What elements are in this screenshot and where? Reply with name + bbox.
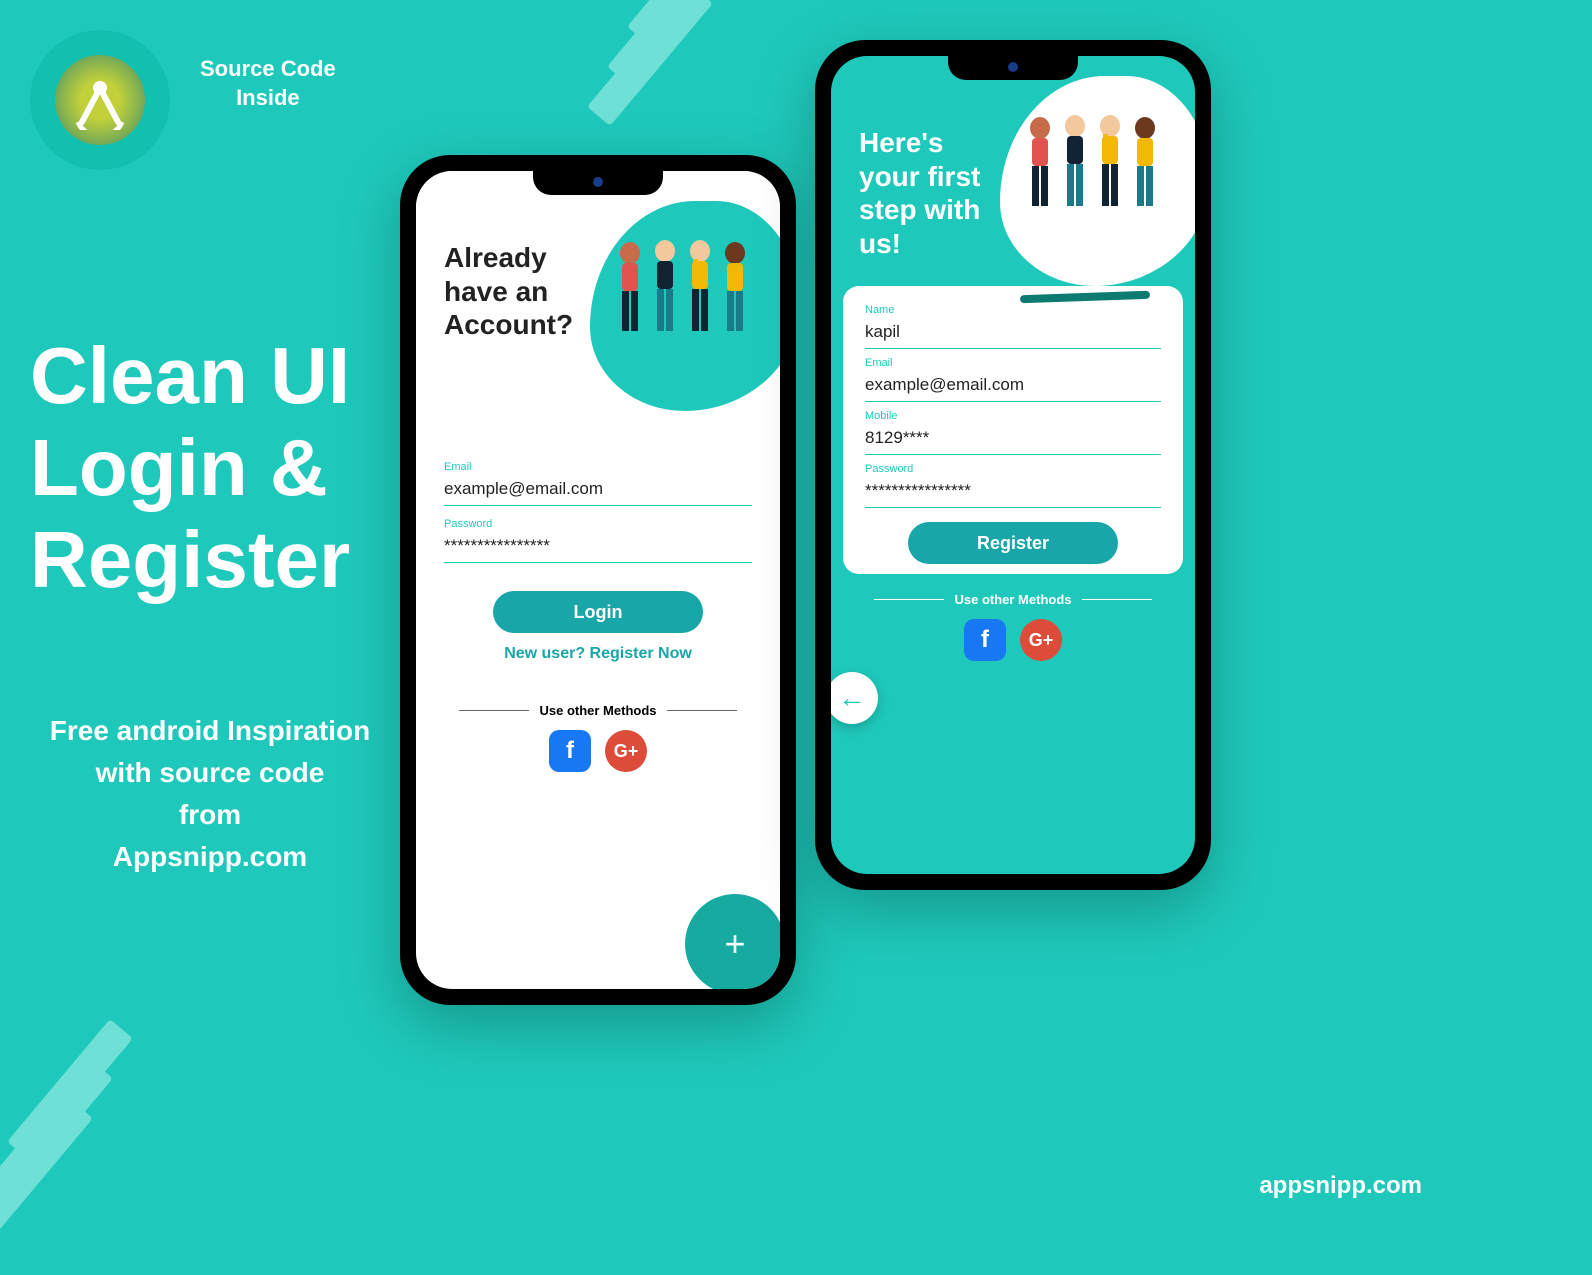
subtitle: Free android Inspiration with source cod… [35, 710, 385, 878]
login-fab-plus[interactable]: + [685, 894, 780, 989]
register-button[interactable]: Register [908, 522, 1118, 564]
register-email-input[interactable] [865, 371, 1161, 402]
register-other-methods-label: Use other Methods [954, 592, 1071, 607]
source-code-label: Source Code Inside [200, 55, 336, 112]
facebook-icon: f [981, 626, 989, 654]
register-hero: Here's your first step with us! [831, 56, 1195, 286]
register-email-label: Email [865, 357, 1161, 369]
register-facebook-button[interactable]: f [964, 619, 1006, 661]
register-now-link[interactable]: New user? Register Now [444, 645, 752, 663]
phone-notch [533, 171, 663, 195]
login-phone-frame: Already have an Account? [400, 155, 796, 1005]
login-hero: Already have an Account? [416, 171, 780, 441]
plus-icon: + [724, 923, 745, 965]
footer-brand: appsnipp.com [1259, 1172, 1422, 1200]
android-studio-badge [30, 30, 170, 170]
back-arrow-icon: ← [838, 682, 866, 714]
register-back-button[interactable]: ← [831, 672, 878, 724]
register-mobile-input[interactable] [865, 424, 1161, 455]
phone-notch [948, 56, 1078, 80]
register-other-methods: Use other Methods f G+ [831, 592, 1195, 661]
login-facebook-button[interactable]: f [549, 730, 591, 772]
login-email-input[interactable] [444, 475, 752, 506]
login-hero-text: Already have an Account? [444, 241, 573, 342]
login-google-button[interactable]: G+ [605, 730, 647, 772]
register-form: Name Email Mobile Password Register [843, 286, 1183, 574]
login-other-methods: Use other Methods f G+ [444, 703, 752, 772]
register-name-input[interactable] [865, 318, 1161, 349]
android-studio-icon [70, 70, 130, 130]
main-title: Clean UI Login & Register [30, 330, 350, 606]
register-screen: Here's your first step with us! [831, 56, 1195, 874]
google-plus-icon: G+ [1029, 630, 1054, 651]
facebook-icon: f [566, 737, 574, 765]
register-password-input[interactable] [865, 477, 1161, 508]
login-password-label: Password [444, 518, 752, 530]
register-hero-text: Here's your first step with us! [859, 126, 980, 260]
register-phone-frame: Here's your first step with us! [815, 40, 1211, 890]
register-mobile-label: Mobile [865, 410, 1161, 422]
login-button[interactable]: Login [493, 591, 703, 633]
login-password-input[interactable] [444, 532, 752, 563]
people-illustration-icon [600, 231, 770, 371]
login-screen: Already have an Account? [416, 171, 780, 989]
register-google-button[interactable]: G+ [1020, 619, 1062, 661]
decor-stripes-top [570, 0, 770, 140]
people-illustration-icon [1010, 106, 1180, 246]
login-form: Email Password Login New user? Register … [416, 441, 780, 792]
register-name-label: Name [865, 304, 1161, 316]
decor-stripes-bottom [0, 1075, 150, 1275]
register-password-label: Password [865, 463, 1161, 475]
google-plus-icon: G+ [614, 741, 639, 762]
login-email-label: Email [444, 461, 752, 473]
login-other-methods-label: Use other Methods [539, 703, 656, 718]
